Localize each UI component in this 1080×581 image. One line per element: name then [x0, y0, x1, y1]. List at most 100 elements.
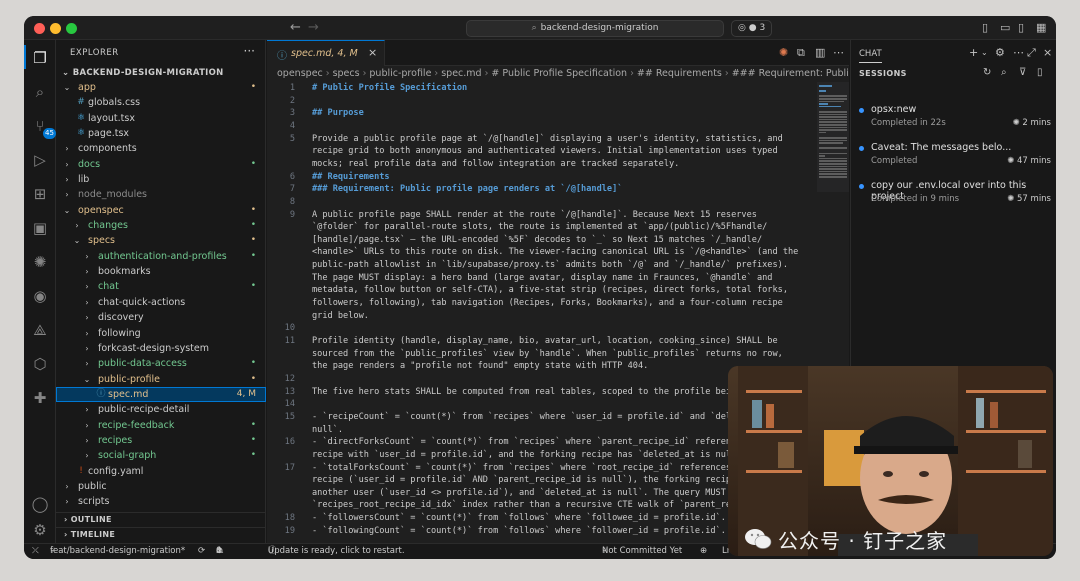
minimize-window-button[interactable]	[50, 23, 61, 34]
tree-item[interactable]: ! config.yaml	[56, 464, 266, 479]
run-debug-icon[interactable]: ▷	[30, 150, 50, 170]
workspace-root[interactable]: ⌄ BACKEND-DESIGN-MIGRATION	[62, 68, 224, 78]
tree-item[interactable]: › docs •	[56, 157, 266, 172]
tree-item[interactable]: ⌄ openspec •	[56, 203, 266, 218]
tree-item[interactable]: › following	[56, 326, 266, 341]
layout-icon[interactable]: ▯	[1037, 67, 1043, 78]
filter-icon[interactable]: ⊽	[1019, 67, 1026, 78]
close-tab-icon[interactable]: ×	[368, 46, 377, 59]
remote-icon[interactable]: ⤫	[32, 544, 39, 559]
tree-item[interactable]: › lib	[56, 172, 266, 187]
split-editor-icon[interactable]: ▥	[815, 46, 825, 59]
breadcrumb-item[interactable]: ## Requirements	[637, 68, 722, 79]
line-text: [handle]/page.tsx` — the URL-encoded `%5…	[312, 234, 763, 245]
tree-item[interactable]: › social-graph •	[56, 448, 266, 463]
tree-item[interactable]: › discovery	[56, 310, 266, 325]
tree-item-label: recipes	[98, 434, 133, 446]
line-text: mocks; real profile data and follow inte…	[312, 158, 680, 169]
line-text: - `directForksCount` = `count(*)` from `…	[312, 437, 757, 448]
tree-item[interactable]: › node_modules	[56, 187, 266, 202]
new-chat-icon[interactable]: +	[969, 46, 978, 59]
breadcrumb-item[interactable]: ### Requirement: Public profile page ren…	[732, 68, 849, 79]
zoom-icon[interactable]: ⊕	[700, 544, 707, 559]
sync-icon[interactable]: ⟳	[198, 544, 205, 559]
timeline-section[interactable]: › TIMELINE	[56, 527, 266, 542]
claude-action-icon[interactable]: ✺	[779, 46, 788, 59]
line-number: 17	[284, 462, 295, 473]
session-item[interactable]: Caveat: The messages belo... Completed ✺ 4…	[859, 142, 1051, 174]
tree-item[interactable]: › authentication-and-profiles •	[56, 249, 266, 264]
zoom-window-button[interactable]	[66, 23, 77, 34]
breadcrumb-item[interactable]: specs	[333, 68, 360, 79]
session-title: Caveat: The messages belo...	[871, 142, 1012, 153]
tree-item[interactable]: › recipe-feedback •	[56, 418, 266, 433]
source-control-icon[interactable]: ⑂ 45	[30, 116, 56, 139]
refresh-icon[interactable]: ↻	[983, 67, 991, 78]
session-item[interactable]: copy our .env.local over into this proje…	[859, 180, 1051, 212]
customize-layout-icon[interactable]: ▦	[1036, 21, 1046, 35]
tree-item[interactable]: › changes •	[56, 218, 266, 233]
python-icon[interactable]: ✚	[30, 388, 50, 408]
line-text: ## Purpose	[312, 108, 364, 119]
chevron-down-icon: ⌄	[62, 68, 70, 78]
breadcrumb-item[interactable]: public-profile	[369, 68, 431, 79]
breadcrumb-item[interactable]: openspec	[277, 68, 323, 79]
tree-item[interactable]: › public	[56, 479, 266, 494]
tree-item[interactable]: › chat-quick-actions	[56, 295, 266, 310]
tree-item[interactable]: › public-data-access •	[56, 356, 266, 371]
more-actions-icon[interactable]: ⋯	[1013, 46, 1024, 59]
tree-item[interactable]: # globals.css	[56, 95, 266, 110]
breadcrumb-item[interactable]: # Public Profile Specification	[491, 68, 627, 79]
breadcrumb-item[interactable]: spec.md	[441, 68, 481, 79]
toggle-primary-sidebar-icon[interactable]: ▯	[982, 21, 988, 35]
tab-spec-md[interactable]: ⓘ spec.md, 4, M ×	[267, 40, 385, 66]
maximize-icon[interactable]: ⤢	[1027, 46, 1036, 60]
tree-item[interactable]: › bookmarks	[56, 264, 266, 279]
tree-item[interactable]: › forkcast-design-system	[56, 341, 266, 356]
claude-icon[interactable]: ✺	[30, 252, 50, 272]
settings-gear-icon[interactable]: ⚙	[995, 46, 1005, 59]
minimap[interactable]	[817, 82, 849, 192]
tree-item[interactable]: › chat •	[56, 279, 266, 294]
command-center-search[interactable]: ⌕ backend-design-migration	[466, 20, 724, 37]
remote-explorer-icon[interactable]: ▣	[30, 218, 50, 238]
session-status-dot-icon	[859, 146, 864, 151]
toggle-secondary-sidebar-icon[interactable]: ▯	[1018, 21, 1024, 35]
agent-status-pill[interactable]: ◎ ● 3	[731, 20, 773, 37]
search-icon[interactable]: ⌕	[30, 82, 50, 102]
extensions-icon[interactable]: ⊞	[30, 184, 50, 204]
back-arrow-icon[interactable]: ←	[290, 20, 301, 36]
outline-section[interactable]: › OUTLINE	[56, 512, 266, 527]
tree-item[interactable]: ⌄ app •	[56, 80, 266, 95]
close-icon[interactable]: ×	[1043, 46, 1052, 59]
tree-item[interactable]: › components	[56, 141, 266, 156]
more-actions-icon[interactable]: ⋯	[833, 46, 844, 59]
settings-gear-icon[interactable]: ⚙	[30, 520, 50, 540]
tree-item[interactable]: ⓘ spec.md 4, M	[56, 386, 266, 403]
copilot-icon[interactable]: ◉	[30, 286, 50, 306]
toggle-panel-icon[interactable]: ▭	[1000, 21, 1010, 35]
account-icon[interactable]: ◯	[30, 494, 50, 514]
search-icon[interactable]: ⌕	[1001, 67, 1007, 78]
tree-item[interactable]: ⌄ specs •	[56, 233, 266, 248]
containers-icon[interactable]: ⬡	[30, 354, 50, 374]
tab-chat[interactable]: CHAT	[859, 49, 882, 63]
kangaroo-icon[interactable]: ⟁	[30, 320, 50, 340]
more-actions-icon[interactable]: ···	[244, 44, 255, 58]
minimap-line	[819, 90, 826, 92]
tree-item[interactable]: › public-recipe-detail	[56, 402, 266, 417]
breadcrumb-separator: ›	[630, 68, 634, 79]
close-window-button[interactable]	[34, 23, 45, 34]
tree-item[interactable]: › scripts	[56, 494, 266, 509]
explorer-files-icon[interactable]: ❐	[30, 48, 50, 68]
tree-item-label: authentication-and-profiles	[98, 250, 227, 262]
line-text: - `recipeCount` = `count(*)` from `recip…	[312, 411, 783, 422]
chevron-down-icon[interactable]: ⌄	[981, 48, 988, 57]
open-preview-icon[interactable]: ⧉	[797, 46, 805, 60]
tree-item[interactable]: ⚛ layout.tsx	[56, 111, 266, 126]
tree-item[interactable]: ⌄ public-profile •	[56, 372, 266, 387]
tree-item[interactable]: › recipes •	[56, 433, 266, 448]
tree-item[interactable]: ⚛ page.tsx	[56, 126, 266, 141]
session-item[interactable]: opsx:new Completed in 22s ✺ 2 mins	[859, 104, 1051, 136]
forward-arrow-icon[interactable]: →	[308, 20, 319, 36]
